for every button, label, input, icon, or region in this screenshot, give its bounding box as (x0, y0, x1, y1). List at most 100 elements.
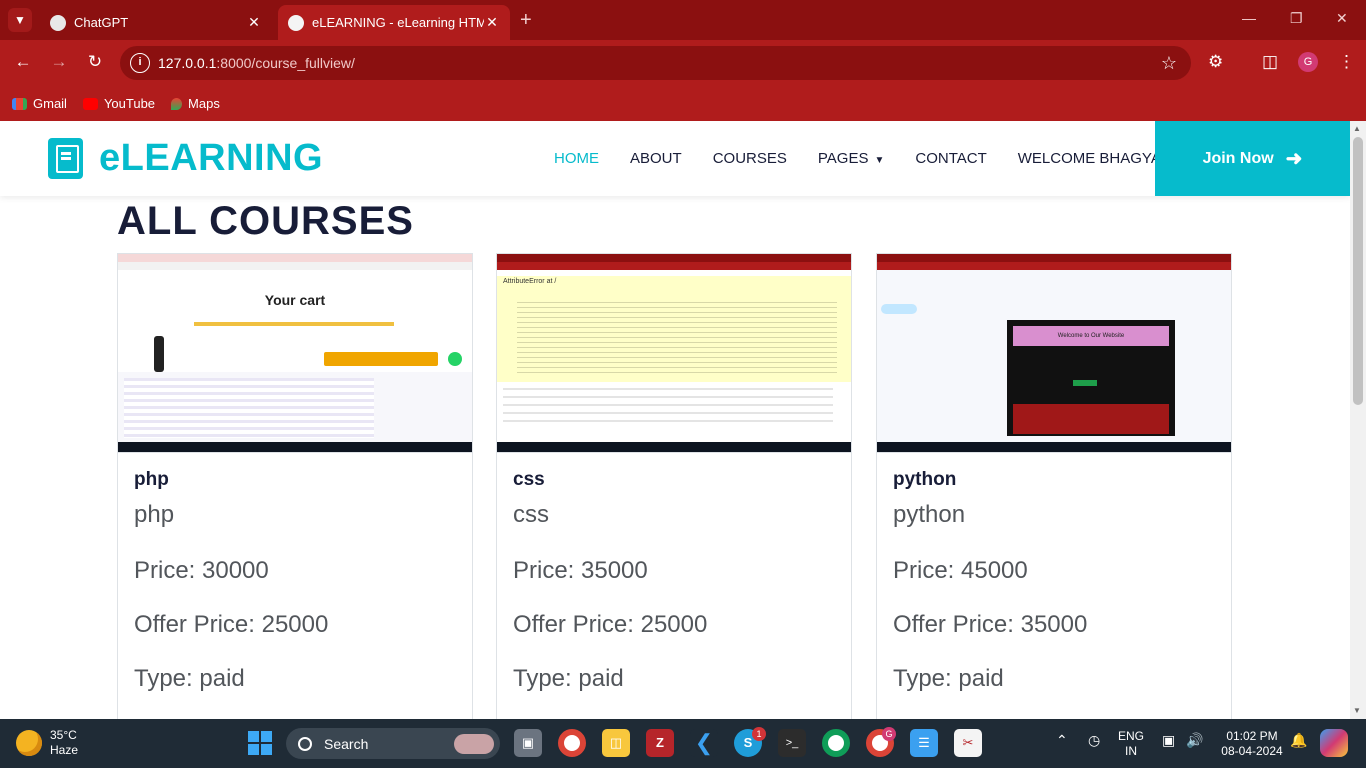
scroll-up-icon[interactable]: ▲ (1353, 124, 1361, 133)
snipping-tool-icon[interactable]: ✂ (954, 729, 982, 757)
course-price: Price: 45000 (893, 557, 1028, 584)
course-name: css (513, 469, 545, 490)
arrow-right-icon: ➜ (1285, 148, 1303, 170)
join-now-label: Join Now (1202, 149, 1274, 167)
volume-icon[interactable]: 🔊 (1186, 733, 1203, 748)
bookmark-gmail[interactable]: Gmail (12, 96, 67, 111)
bookmark-label: Maps (188, 96, 220, 111)
chrome-icon[interactable] (558, 729, 586, 757)
filezilla-icon[interactable]: Z (646, 729, 674, 757)
course-offer-price: Offer Price: 25000 (134, 611, 329, 638)
gmail-icon (12, 97, 27, 110)
notepad-icon[interactable]: ☰ (910, 729, 938, 757)
site-navbar: eLEARNING HOME ABOUT COURSES PAGES ▼ CONT… (0, 121, 1350, 196)
course-thumbnail: AttributeError at / (497, 254, 851, 453)
tab-search-button[interactable]: ▼ (8, 8, 32, 32)
course-thumbnail: Your cart (118, 254, 472, 453)
menu-courses[interactable]: COURSES (713, 150, 787, 167)
course-type: Type: paid (134, 665, 245, 692)
course-description: python (893, 501, 966, 528)
youtube-icon (82, 97, 98, 110)
side-panel-icon[interactable]: ◫ (1262, 52, 1278, 72)
profile-avatar[interactable]: G (1298, 52, 1318, 72)
bookmarks-bar: Gmail YouTube Maps (0, 86, 1366, 121)
chrome-profile-badge: G (882, 727, 896, 741)
restore-icon[interactable]: ❐ (1290, 10, 1303, 27)
page-title: ALL COURSES (117, 199, 414, 243)
thumbnail-heading: Welcome to Our Website (1013, 326, 1169, 346)
tab-chatgpt[interactable]: ChatGPT ✕ (40, 5, 272, 40)
taskbar-search[interactable]: Search (286, 728, 500, 759)
language-bottom: IN (1125, 744, 1137, 758)
page-scrollbar[interactable]: ▲ ▼ (1350, 121, 1366, 719)
course-card[interactable]: AttributeError at / css css Price: 35000… (496, 253, 852, 719)
tab-elearning[interactable]: eLEARNING - eLearning HTML ✕ (278, 5, 510, 40)
logo-text: eLEARNING (99, 137, 324, 179)
forward-icon[interactable]: → (48, 52, 70, 72)
course-card[interactable]: Welcome to Our Website python python Pri… (876, 253, 1232, 719)
clock[interactable]: 01:02 PM 08-04-2024 (1218, 729, 1286, 759)
chrome-profile-icon[interactable] (822, 729, 850, 757)
chevron-up-icon[interactable]: ⌃ (1056, 733, 1068, 748)
bookmark-star-icon[interactable]: ☆ (1161, 53, 1177, 74)
bookmark-maps[interactable]: Maps (171, 96, 220, 111)
weather-widget[interactable]: 35°C Haze (16, 728, 78, 758)
window-close-icon[interactable]: ✕ (1336, 10, 1348, 27)
bookmark-label: YouTube (103, 96, 156, 111)
thumbnail-heading: Your cart (264, 292, 326, 308)
search-icon (298, 736, 312, 751)
bookmark-youtube[interactable]: YouTube (82, 96, 156, 111)
file-explorer-icon[interactable]: ◫ (602, 729, 630, 757)
scroll-down-icon[interactable]: ▼ (1353, 706, 1361, 715)
windows-start-icon[interactable] (248, 731, 272, 755)
close-icon[interactable]: ✕ (246, 14, 262, 31)
course-card[interactable]: Your cart php php Price: 30000 Offer Pri… (117, 253, 473, 719)
join-now-button[interactable]: Join Now ➜ (1155, 121, 1350, 196)
extensions-icon[interactable]: ⚙ (1208, 52, 1223, 72)
site-logo[interactable]: eLEARNING (48, 137, 323, 180)
task-view-icon[interactable]: ▣ (514, 729, 542, 757)
weather-temperature: 35°C (50, 728, 77, 742)
copilot-icon[interactable] (1320, 729, 1348, 757)
skype-badge: 1 (752, 727, 766, 741)
clock-time: 01:02 PM (1226, 729, 1278, 743)
course-offer-price: Offer Price: 25000 (513, 611, 708, 638)
network-icon[interactable]: ▣ (1162, 733, 1175, 748)
chatgpt-icon (50, 14, 66, 31)
menu-about[interactable]: ABOUT (630, 150, 682, 167)
back-icon[interactable]: ← (12, 52, 34, 72)
address-bar[interactable]: i 127.0.0.1:8000/course_fullview/ ☆ (120, 46, 1191, 80)
tab-title: ChatGPT (74, 15, 129, 30)
bookmark-label: Gmail (33, 96, 67, 111)
new-tab-button[interactable]: + (520, 9, 532, 32)
menu-pages[interactable]: PAGES ▼ (818, 150, 884, 167)
reload-icon[interactable]: ↻ (84, 52, 106, 72)
course-name: python (893, 469, 957, 490)
scroll-thumb[interactable] (1353, 137, 1363, 405)
weather-sun-icon (16, 730, 42, 756)
menu-welcome-user[interactable]: WELCOME BHAGYA (1018, 150, 1161, 167)
terminal-icon[interactable]: >_ (778, 729, 806, 757)
menu-contact[interactable]: CONTACT (915, 150, 986, 167)
language-indicator[interactable]: ENG IN (1118, 729, 1144, 759)
notification-bell-icon[interactable]: 🔔 (1290, 733, 1307, 748)
site-favicon-icon (288, 14, 304, 31)
chevron-down-icon: ▼ (874, 155, 885, 166)
menu-home[interactable]: HOME (554, 150, 599, 167)
clock-icon[interactable]: ◷ (1088, 733, 1100, 748)
browser-toolbar: ← → ↻ i 127.0.0.1:8000/course_fullview/ … (0, 40, 1366, 86)
page-viewport: eLEARNING HOME ABOUT COURSES PAGES ▼ CONT… (0, 121, 1350, 719)
vscode-icon[interactable]: ❮ (690, 729, 718, 757)
book-icon (48, 138, 83, 179)
course-type: Type: paid (513, 665, 624, 692)
main-menu: HOME ABOUT COURSES PAGES ▼ CONTACT WELCOM… (554, 121, 1192, 196)
close-icon[interactable]: ✕ (484, 14, 500, 31)
clock-date: 08-04-2024 (1221, 744, 1283, 758)
menu-icon[interactable]: ⋮ (1338, 52, 1355, 72)
browser-tab-bar: ▼ ChatGPT ✕ eLEARNING - eLearning HTML ✕… (0, 0, 1366, 40)
site-info-icon[interactable]: i (130, 53, 150, 73)
windows-taskbar: 35°C Haze Search ▣ ◫ Z ❮ S 1 >_ G ☰ ✂ ⌃ … (0, 719, 1366, 768)
course-description: php (134, 501, 175, 528)
minimize-icon[interactable]: — (1242, 10, 1256, 26)
course-offer-price: Offer Price: 35000 (893, 611, 1088, 638)
